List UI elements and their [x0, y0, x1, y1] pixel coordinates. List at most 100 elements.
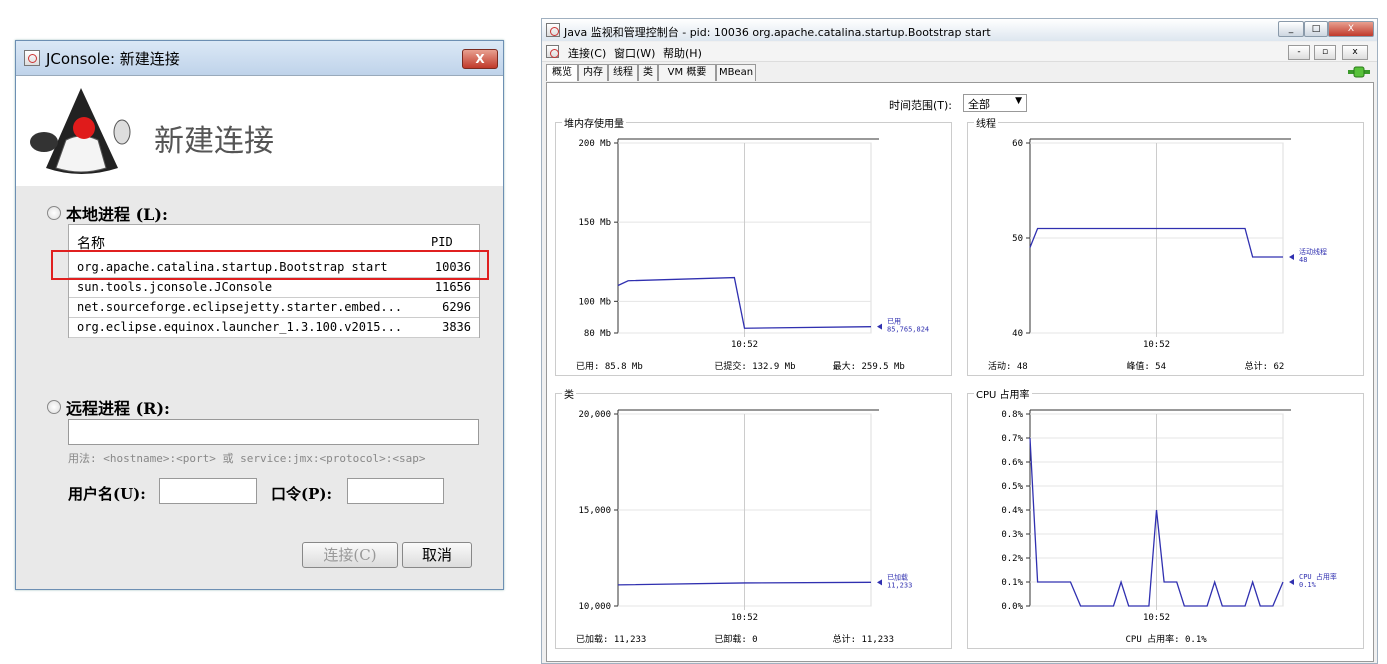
y-tick-label: 0.1% [1001, 578, 1023, 588]
x-tick-label: 10:52 [731, 340, 758, 350]
table-row[interactable]: org.eclipse.equinox.launcher_1.3.100.v20… [69, 317, 479, 338]
y-tick-label: 0.0% [1001, 602, 1023, 612]
dialog-titlebar: JConsole: 新建连接 X [16, 41, 503, 76]
usage-hint: 用法: <hostname>:<port> 或 service:jmx:<pro… [68, 452, 426, 465]
cancel-button[interactable]: 取消 [402, 542, 472, 568]
table-row[interactable]: sun.tools.jconsole.JConsole 11656 [69, 277, 479, 298]
window-titlebar: Java 监视和管理控制台 - pid: 10036 org.apache.ca… [542, 19, 1377, 41]
table-row[interactable]: net.sourceforge.eclipsejetty.starter.emb… [69, 297, 479, 318]
column-header-pid[interactable]: PID [431, 235, 453, 249]
chart-footer-stat: 峰值: 54 [1126, 362, 1167, 372]
tab-overview[interactable]: 概览 [546, 64, 578, 81]
classes-chart: 类 20,000 15,000 10,000 10:52 已加载 11,233 已加载: 11… [555, 386, 952, 649]
chart-plot: 20,000 15,000 10,000 10:52 已加载11,233 [578, 409, 912, 623]
chart-plot: 60 50 40 10:52 活动线程48 [1012, 138, 1327, 350]
legend-label: 已用 [887, 318, 901, 326]
y-tick-label: 40 [1012, 329, 1023, 339]
y-tick-label: 0.6% [1001, 458, 1023, 468]
chart-footer-stat: CPU 占用率: 0.1% [1125, 635, 1207, 645]
connection-status-icon [1348, 66, 1370, 78]
connect-button[interactable]: 连接(C) [302, 542, 398, 568]
cpu-usage-chart: CPU 占用率 0.8% 0.7% 0.6% 0.5% 0.4% 0.3% 0.2% 0.1% 0… [967, 386, 1364, 649]
threads-chart: 线程 60 50 40 10:52 活动线程 48 活动: 48 峰值: 54 总计: 62 [967, 115, 1364, 376]
y-tick-label: 60 [1012, 139, 1023, 149]
legend-marker [877, 323, 882, 330]
y-tick-label: 15,000 [578, 506, 611, 516]
menu-window[interactable]: 窗口(W) [614, 45, 655, 61]
chart-footer-stat: 已用: 85.8 Mb [576, 362, 643, 372]
process-table[interactable]: 名称 PID org.apache.catalina.startup.Boots… [68, 224, 480, 338]
window-title: Java 监视和管理控制台 - pid: 10036 org.apache.ca… [564, 26, 991, 39]
selection-highlight-box [51, 250, 489, 280]
password-input[interactable] [347, 478, 444, 504]
y-tick-label: 0.4% [1001, 506, 1023, 516]
java-icon [24, 50, 40, 66]
process-name: org.eclipse.equinox.launcher_1.3.100.v20… [77, 320, 403, 334]
remote-process-radio[interactable] [47, 400, 61, 414]
y-tick-label: 50 [1012, 234, 1023, 244]
maximize-button[interactable]: □ [1304, 21, 1328, 37]
tab-classes[interactable]: 类 [638, 64, 658, 81]
y-tick-label: 200 Mb [578, 139, 611, 149]
y-tick-label: 0.5% [1001, 482, 1023, 492]
tab-mbean[interactable]: MBean [716, 64, 756, 81]
y-tick-label: 150 Mb [578, 218, 611, 228]
time-range-select[interactable]: 全部 ▼ [963, 94, 1027, 112]
duke-mascot-icon [30, 88, 131, 174]
menubar: 连接(C) 窗口(W) 帮助(H) - ▫ x [542, 42, 1377, 62]
close-button[interactable]: X [462, 49, 498, 69]
tab-memory[interactable]: 内存 [578, 64, 608, 81]
tab-threads[interactable]: 线程 [608, 64, 638, 81]
mdi-restore-button[interactable]: ▫ [1314, 45, 1336, 60]
mdi-close-button[interactable]: x [1342, 45, 1368, 60]
menu-help[interactable]: 帮助(H) [663, 45, 702, 61]
y-tick-label: 80 Mb [584, 329, 611, 339]
new-connection-dialog: JConsole: 新建连接 X 新建连接 本地进程 (L): 名称 PID o… [15, 40, 504, 590]
y-tick-label: 0.2% [1001, 554, 1023, 564]
local-process-radio[interactable] [47, 206, 61, 220]
chart-plot: 0.8% 0.7% 0.6% 0.5% 0.4% 0.3% 0.2% 0.1% 0.0% 10:5… [1001, 409, 1337, 623]
remote-address-input[interactable] [68, 419, 479, 445]
overview-panel: 时间范围(T): 全部 ▼ 堆内存使用量 200 Mb 150 Mb 100 Mb 80… [546, 82, 1374, 662]
chevron-down-icon: ▼ [1015, 96, 1022, 106]
username-input[interactable] [159, 478, 257, 504]
y-tick-label: 20,000 [578, 410, 611, 420]
legend-label: 已加载 [887, 572, 908, 581]
process-pid: 6296 [442, 300, 471, 314]
chart-footer-stat: 活动: 48 [988, 362, 1028, 372]
legend-label: CPU 占用率 [1299, 572, 1337, 581]
legend-label: 活动线程 [1299, 247, 1327, 256]
chart-footer-stat: 已加载: 11,233 [576, 635, 647, 645]
process-name: net.sourceforge.eclipsejetty.starter.emb… [77, 300, 403, 314]
username-label: 用户名(U): [68, 485, 146, 503]
y-tick-label: 0.3% [1001, 530, 1023, 540]
chart-footer-stat: 总计: 11,233 [832, 635, 895, 645]
window-close-button[interactable]: X [1328, 21, 1374, 37]
menu-connection[interactable]: 连接(C) [568, 45, 606, 61]
y-tick-label: 0.7% [1001, 434, 1023, 444]
time-range-value: 全部 [968, 98, 990, 111]
time-range-label: 时间范围(T): [889, 99, 953, 112]
x-tick-label: 10:52 [731, 613, 758, 623]
legend-value: 48 [1299, 256, 1307, 264]
banner-title: 新建连接 [154, 124, 274, 159]
y-tick-label: 100 Mb [578, 297, 611, 307]
minimize-button[interactable]: _ [1278, 21, 1304, 37]
x-tick-label: 10:52 [1143, 613, 1170, 623]
local-process-label: 本地进程 (L): [66, 205, 168, 224]
legend-value: 85,765,824 [887, 326, 929, 334]
y-tick-label: 10,000 [578, 602, 611, 612]
chart-footer-stat: 最大: 259.5 Mb [832, 362, 905, 372]
mdi-minimize-button[interactable]: - [1288, 45, 1310, 60]
java-icon [546, 45, 559, 58]
chart-plot: 200 Mb 150 Mb 100 Mb 80 Mb 10:52 已用85,765,824 [578, 138, 929, 350]
chart-footer-stat: 已卸载: 0 [714, 635, 758, 645]
legend-marker [1289, 579, 1294, 585]
tab-vm-summary[interactable]: VM 概要 [658, 64, 716, 81]
legend-marker [877, 579, 882, 586]
dialog-title: JConsole: 新建连接 [46, 50, 180, 68]
process-pid: 3836 [442, 320, 471, 334]
legend-value: 11,233 [887, 581, 912, 589]
legend-value: 0.1% [1299, 581, 1317, 589]
y-tick-label: 0.8% [1001, 410, 1023, 420]
